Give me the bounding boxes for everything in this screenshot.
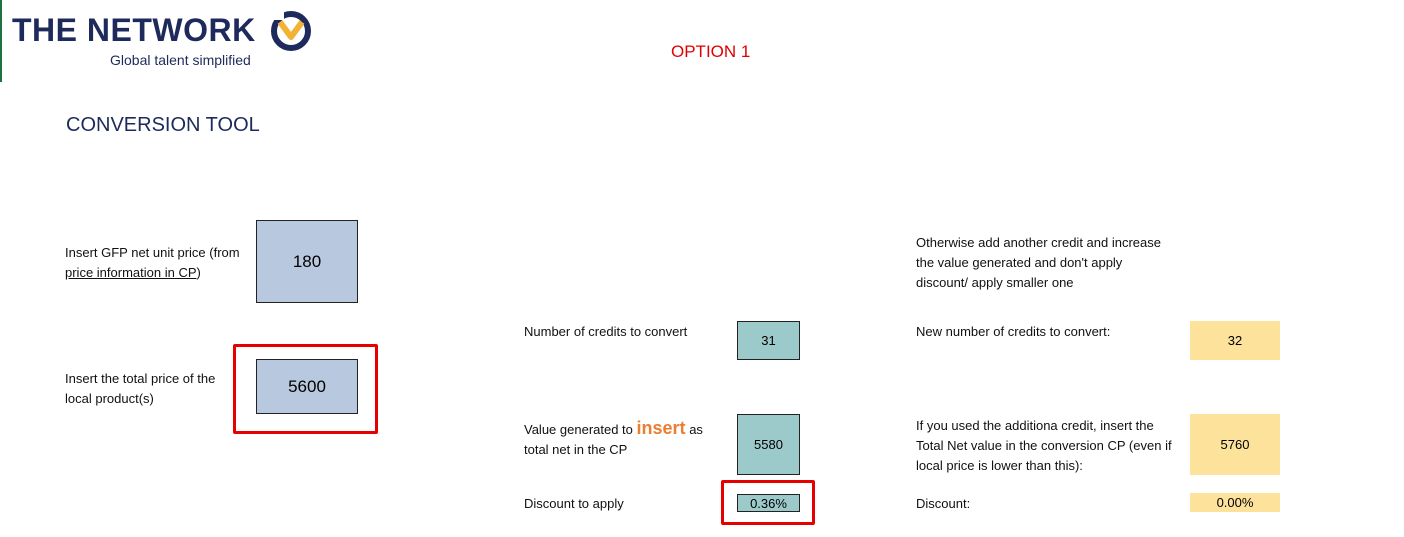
gfp-price-label-close: ) [196,265,201,280]
otherwise-note-line2: the value generated and don't apply [916,255,1123,270]
credits-label: Number of credits to convert [524,324,688,339]
discount-label: Discount to apply [524,496,624,511]
total-price-label-line1: Insert the total price of the [65,371,216,386]
page-title: CONVERSION TOOL [66,114,260,136]
option-title: OPTION 1 [671,42,751,61]
value-generated-label-line2: total net in the CP [524,442,628,457]
otherwise-note-line3: discount/ apply smaller one [916,275,1074,290]
discount-highlight [721,480,815,525]
new-credits-value: 32 [1190,321,1280,360]
right-discount-label: Discount: [916,496,971,511]
gfp-price-input[interactable]: 180 [256,220,358,303]
additional-credit-note-line3: local price is lower than this): [916,458,1083,473]
otherwise-note: Otherwise add another credit and increas… [916,233,1196,293]
sheet-left-border [0,0,2,82]
logo-tagline: Global talent simplified [110,52,251,68]
total-price-label-line2: local product(s) [65,391,154,406]
logo-wordmark: THE NETWORK [12,12,256,48]
otherwise-note-line1: Otherwise add another credit and increas… [916,235,1161,250]
price-information-link[interactable]: price information in CP [65,265,197,280]
additional-credit-note-line2: Total Net value in the conversion CP (ev… [916,438,1172,453]
gfp-price-label-text: Insert GFP net unit price (from [65,245,240,260]
total-price-label: Insert the total price of the local prod… [65,369,255,409]
additional-credit-note: If you used the additiona credit, insert… [916,416,1191,476]
total-price-highlight [233,344,378,434]
additional-net-value: 5760 [1190,414,1280,475]
additional-credit-note-line1: If you used the additiona credit, insert… [916,418,1154,433]
credits-value: 31 [737,321,800,360]
insert-emphasis: insert [636,418,686,438]
value-generated-label: Value generated to insert as total net i… [524,418,724,460]
gfp-price-label: Insert GFP net unit price (from price in… [65,243,255,283]
value-generated-label-as: as [689,422,703,437]
chevron-circle-logo-icon [270,10,311,51]
new-credits-label: New number of credits to convert: [916,324,1111,339]
value-generated-value: 5580 [737,414,800,475]
right-discount-value: 0.00% [1190,493,1280,512]
value-generated-label-text: Value generated to [524,422,633,437]
